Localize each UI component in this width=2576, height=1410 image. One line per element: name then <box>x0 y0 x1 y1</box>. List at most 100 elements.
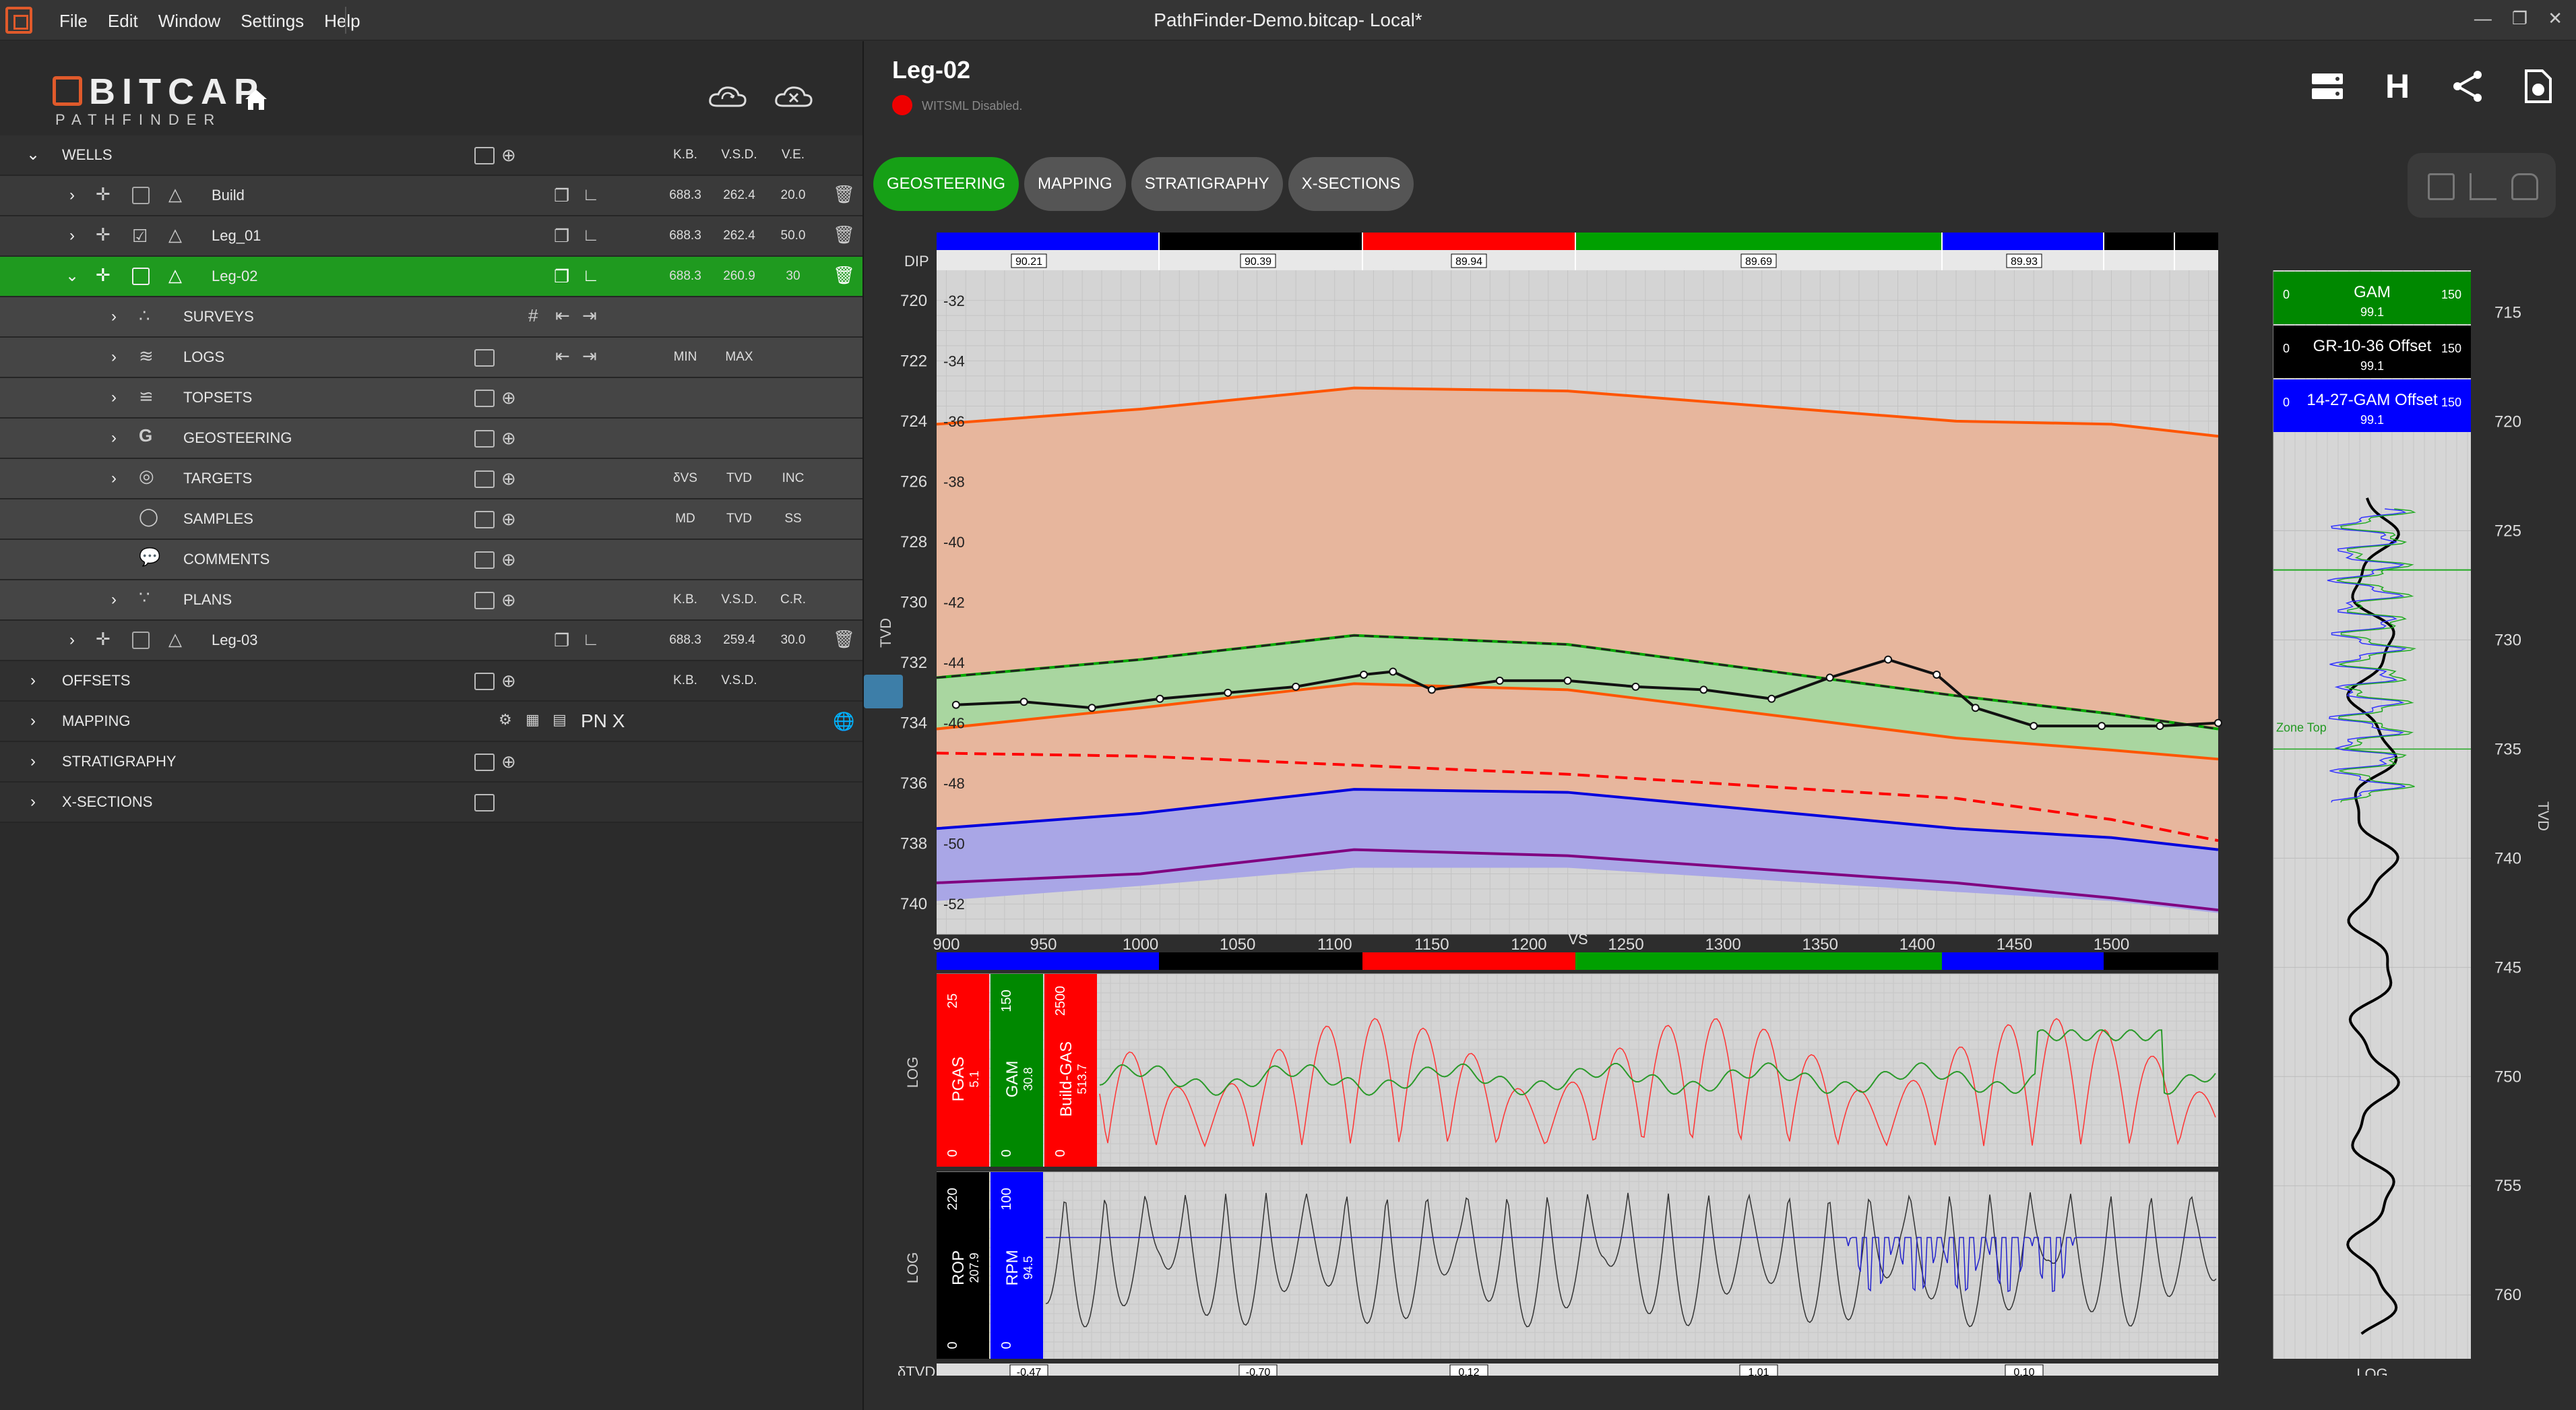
log-value: 30.8 <box>1022 1067 1035 1091</box>
trajectory-icon[interactable]: ∟ <box>582 629 599 650</box>
chevron-right-icon[interactable]: › <box>24 753 42 770</box>
tree-comments[interactable]: 💬 COMMENTS ⊕ <box>0 540 862 580</box>
survey-point <box>1933 670 1941 679</box>
chevron-right-icon[interactable]: › <box>105 348 123 366</box>
minimize-icon[interactable]: — <box>2474 8 2492 29</box>
trajectory-icon[interactable]: ∟ <box>582 184 599 205</box>
add-folder-icon[interactable] <box>474 349 495 367</box>
tree-geosteering[interactable]: › G GEOSTEERING ⊕ <box>0 419 862 459</box>
globe-icon[interactable]: 🌐 <box>833 711 854 732</box>
restore-icon[interactable]: ❐ <box>2512 8 2527 29</box>
tree-offsets[interactable]: › OFFSETS ⊕ K.B. V.S.D. <box>0 661 862 702</box>
well-row-build[interactable]: › ✛ △ Build ❐ ∟ 688.3 262.4 20.0 🗑 <box>0 176 862 216</box>
log-name: ROP <box>949 1250 968 1285</box>
tree-mapping[interactable]: › MAPPING ⚙ ▦ ▤ PN X 🌐 <box>0 702 862 742</box>
trash-icon[interactable]: 🗑 <box>833 265 855 286</box>
chevron-right-icon[interactable]: › <box>105 591 123 609</box>
chevron-right-icon[interactable]: › <box>63 227 81 245</box>
close-icon[interactable]: ✕ <box>2548 8 2563 29</box>
dip-segment-bar <box>937 233 1159 250</box>
tree-logs[interactable]: › ≋ LOGS ⇤ ⇥ MIN MAX <box>0 338 862 378</box>
tree-stratigraphy[interactable]: › STRATIGRAPHY ⊕ <box>0 742 862 783</box>
add-item-icon[interactable]: ⊕ <box>501 468 516 489</box>
trajectory-icon[interactable]: ∟ <box>582 265 599 286</box>
well-checkbox[interactable] <box>132 268 150 285</box>
add-folder-icon[interactable] <box>474 794 495 811</box>
trash-icon[interactable]: 🗑 <box>833 184 855 205</box>
export-icon[interactable]: ⇥ <box>582 305 597 326</box>
chevron-right-icon[interactable]: › <box>24 793 42 811</box>
tree-xsections[interactable]: › X-SECTIONS <box>0 783 862 823</box>
add-folder-icon[interactable] <box>474 551 495 569</box>
trajectory-icon[interactable]: ∟ <box>582 224 599 245</box>
survey-point <box>1427 685 1436 694</box>
copy-icon[interactable]: ❐ <box>554 630 569 651</box>
add-folder-icon[interactable] <box>474 470 495 488</box>
well-row-leg03[interactable]: › ✛ △ Leg-03 ❐ ∟ 688.3 259.4 30.0 🗑 <box>0 621 862 661</box>
tvd-tick-label: 734 <box>900 714 927 733</box>
trash-icon[interactable]: 🗑 <box>833 224 855 245</box>
chevron-right-icon[interactable]: › <box>24 672 42 689</box>
add-folder-icon[interactable] <box>474 430 495 448</box>
home-icon[interactable] <box>243 86 270 113</box>
cloud-disconnect-icon[interactable] <box>774 84 814 109</box>
chevron-right-icon[interactable]: › <box>105 429 123 447</box>
map-layer-icon[interactable]: ▤ <box>553 711 567 729</box>
map-grid-icon[interactable]: ▦ <box>526 711 540 729</box>
type-log-name: 14-27-GAM Offset <box>2306 391 2438 409</box>
ss-tick-label: -36 <box>943 413 965 430</box>
add-folder-icon[interactable] <box>474 592 495 609</box>
copy-icon[interactable]: ❐ <box>554 226 569 247</box>
well-checkbox[interactable] <box>132 632 150 649</box>
map-tool-icon[interactable]: ⚙ <box>499 711 512 729</box>
well-checkbox-checked[interactable]: ☑ <box>132 226 148 247</box>
add-item-icon[interactable]: ⊕ <box>501 752 516 772</box>
col-vsd: V.S.D. <box>721 592 757 607</box>
chevron-right-icon[interactable]: › <box>105 470 123 487</box>
chevron-right-icon[interactable]: › <box>105 308 123 326</box>
tree-surveys[interactable]: › ∴ SURVEYS # ⇤ ⇥ <box>0 297 862 338</box>
well-row-leg01[interactable]: › ✛ ☑ △ Leg_01 ❐ ∟ 688.3 262.4 50.0 🗑 <box>0 216 862 257</box>
add-folder-icon[interactable] <box>474 147 495 164</box>
well-checkbox[interactable] <box>132 187 150 204</box>
well-kb: 688.3 <box>669 228 701 243</box>
type-log-max: 150 <box>2441 288 2461 301</box>
tree-targets[interactable]: › ◎ TARGETS ⊕ δVS TVD INC <box>0 459 862 499</box>
dip-segment-bar <box>1159 233 1362 250</box>
map-pn-x-tools[interactable]: PN X <box>581 710 625 732</box>
add-item-icon[interactable]: ⊕ <box>501 671 516 692</box>
add-folder-icon[interactable] <box>474 754 495 771</box>
chevron-right-icon[interactable]: › <box>63 632 81 649</box>
well-row-leg02[interactable]: ⌄ ✛ △ Leg-02 ❐ ∟ 688.3 260.9 30 🗑 <box>0 257 862 297</box>
add-item-icon[interactable]: ⊕ <box>501 590 516 611</box>
cloud-sync-icon[interactable] <box>708 84 748 109</box>
add-item-icon[interactable]: ⊕ <box>501 428 516 449</box>
import-icon[interactable]: ⇤ <box>555 346 570 367</box>
col-dvs: δVS <box>673 471 697 485</box>
tree-samples[interactable]: ◯ SAMPLES ⊕ MD TVD SS <box>0 499 862 540</box>
chevron-down-icon[interactable]: ⌄ <box>63 268 81 285</box>
tree-plans[interactable]: › ∵ PLANS ⊕ K.B. V.S.D. C.R. <box>0 580 862 621</box>
add-item-icon[interactable]: ⊕ <box>501 549 516 570</box>
chevron-right-icon[interactable]: › <box>24 712 42 730</box>
copy-icon[interactable]: ❐ <box>554 266 569 287</box>
add-item-icon[interactable]: ⊕ <box>501 145 516 166</box>
geosteering-charts[interactable]: DIP 90.21 90.39 89.94 89.69 89.93 720 722 724 726… <box>864 41 2576 1376</box>
export-icon[interactable]: ⇥ <box>582 346 597 367</box>
tvd-tick-label: 736 <box>900 774 927 793</box>
add-folder-icon[interactable] <box>474 511 495 528</box>
import-icon[interactable]: ⇤ <box>555 305 570 326</box>
chevron-right-icon[interactable]: › <box>105 389 123 406</box>
grid-icon[interactable]: # <box>528 305 538 326</box>
add-item-icon[interactable]: ⊕ <box>501 388 516 408</box>
copy-icon[interactable]: ❐ <box>554 185 569 206</box>
add-item-icon[interactable]: ⊕ <box>501 509 516 530</box>
sample-jar-icon: ◯ <box>139 506 159 526</box>
tree-topsets[interactable]: › ≌ TOPSETS ⊕ <box>0 378 862 419</box>
add-folder-icon[interactable] <box>474 673 495 690</box>
tree-wells[interactable]: ⌄ WELLS ⊕ K.B. V.S.D. V.E. <box>0 135 862 176</box>
add-folder-icon[interactable] <box>474 390 495 407</box>
trash-icon[interactable]: 🗑 <box>833 629 855 650</box>
chevron-right-icon[interactable]: › <box>63 187 81 204</box>
chevron-down-icon[interactable]: ⌄ <box>24 146 42 164</box>
